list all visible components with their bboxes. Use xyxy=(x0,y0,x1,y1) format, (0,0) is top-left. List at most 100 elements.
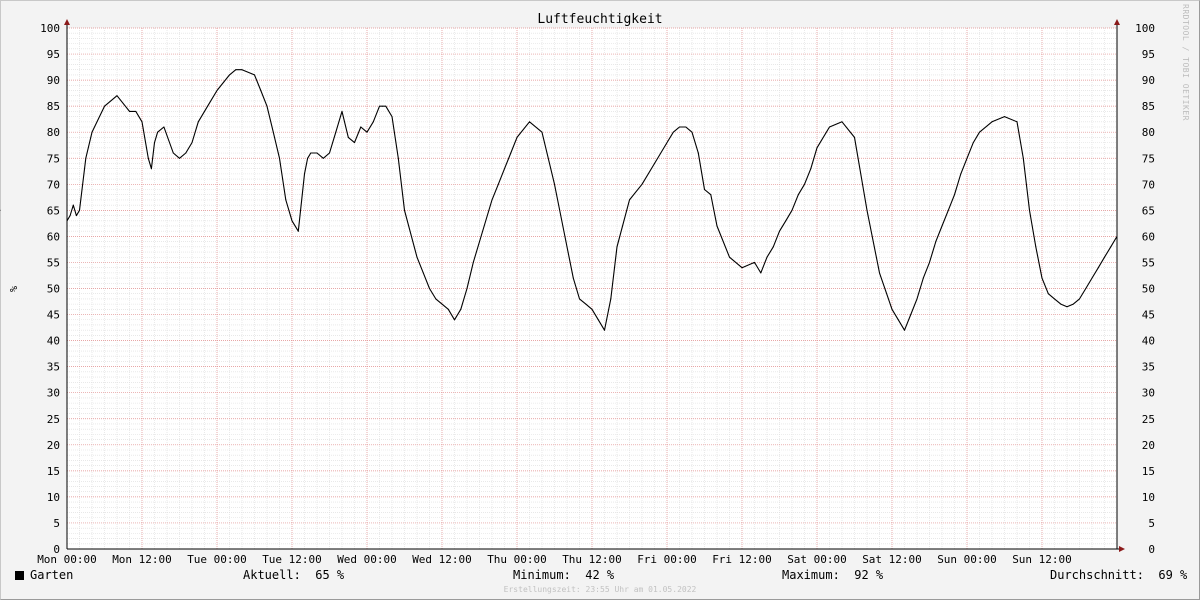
data-point xyxy=(1097,267,1099,269)
x-axis-arrow xyxy=(1119,546,1125,552)
data-point xyxy=(491,199,493,201)
x-tick-label: Mon 00:00 xyxy=(37,553,97,566)
data-point xyxy=(150,168,152,170)
data-point xyxy=(0,209,1,211)
data-point xyxy=(760,272,762,274)
data-point xyxy=(279,157,280,159)
y-tick-label: 40 xyxy=(1142,335,1155,348)
data-point xyxy=(435,298,437,300)
data-point xyxy=(579,298,580,300)
y-tick-label: 5 xyxy=(53,517,60,530)
data-point xyxy=(141,121,143,123)
data-point xyxy=(816,147,818,149)
data-point xyxy=(354,142,355,144)
data-point xyxy=(382,105,384,107)
data-point xyxy=(254,74,255,76)
data-point xyxy=(1110,246,1112,248)
maximum-value: 92 % xyxy=(854,568,884,582)
data-point xyxy=(172,152,174,154)
y-tick-label: 85 xyxy=(47,100,60,113)
data-point xyxy=(316,152,318,154)
data-point xyxy=(704,189,705,190)
y-tick-label: 15 xyxy=(1142,465,1155,478)
legend-maximum: Maximum: 92 % xyxy=(782,568,883,582)
y-tick-label: 45 xyxy=(47,309,60,322)
y-tick-label: 40 xyxy=(47,335,60,348)
data-point xyxy=(654,163,655,164)
data-point xyxy=(1041,277,1043,279)
data-point xyxy=(75,215,77,217)
data-point xyxy=(960,173,962,175)
data-point xyxy=(1060,303,1062,305)
data-point xyxy=(966,157,968,159)
data-point xyxy=(266,105,268,107)
y-tick-label: 90 xyxy=(47,74,60,87)
y-tick-label: 80 xyxy=(1142,126,1155,139)
y-tick-label: 20 xyxy=(1142,439,1155,452)
data-point xyxy=(1116,235,1118,237)
data-point xyxy=(716,225,718,227)
data-point xyxy=(904,329,905,331)
data-point xyxy=(1016,121,1018,123)
data-point xyxy=(385,105,387,107)
data-point xyxy=(347,136,349,138)
data-point xyxy=(335,131,337,133)
data-point xyxy=(829,126,830,128)
x-tick-label: Tue 00:00 xyxy=(187,553,247,566)
data-point xyxy=(797,194,799,196)
y-tick-label: 95 xyxy=(1142,48,1155,61)
y-tick-label: 75 xyxy=(47,152,60,165)
data-point xyxy=(307,157,309,159)
data-point xyxy=(616,246,618,248)
data-point xyxy=(897,319,899,321)
data-point xyxy=(979,131,980,133)
y-tick-label: 45 xyxy=(1142,309,1155,322)
humidity-chart: 0 5 10 15 20 25 30 35 40 45 50 55 60 65 70 75 80 85 90 95 10… xyxy=(0,12,1155,566)
y-tick-label: 20 xyxy=(47,439,60,452)
data-point xyxy=(185,152,187,154)
current-value: 65 % xyxy=(315,568,345,582)
data-point xyxy=(129,110,130,112)
data-point xyxy=(147,157,149,159)
data-point xyxy=(697,152,699,154)
data-point xyxy=(922,277,924,279)
x-tick-labels: Mon 00:00 Mon 12:00 Tue 00:00 Tue 12:00 Wed … xyxy=(37,553,1072,566)
y-tick-label: 65 xyxy=(47,204,60,217)
y-tick-label: 100 xyxy=(40,22,60,35)
data-point xyxy=(104,105,105,107)
legend-minimum: Minimum: 42 % xyxy=(513,568,614,582)
data-point xyxy=(941,225,943,227)
data-point xyxy=(116,95,118,97)
y-tick-label: 5 xyxy=(1148,517,1155,530)
data-point xyxy=(1035,246,1037,248)
y-tick-label: 60 xyxy=(1142,230,1155,243)
data-point xyxy=(597,319,599,321)
data-point xyxy=(416,256,418,258)
y-tick-label: 25 xyxy=(1142,413,1155,426)
data-point xyxy=(1104,256,1105,258)
data-point xyxy=(207,105,209,107)
data-point xyxy=(804,183,805,185)
data-point xyxy=(291,220,293,222)
x-tick-label: Wed 12:00 xyxy=(412,553,472,566)
data-point xyxy=(1004,116,1005,118)
y-tick-label: 100 xyxy=(1135,22,1155,35)
data-point xyxy=(235,69,237,71)
data-point xyxy=(135,110,137,112)
data-point xyxy=(91,131,93,133)
y-tick-label: 55 xyxy=(47,256,60,269)
x-tick-label: Sat 12:00 xyxy=(862,553,922,566)
data-point xyxy=(710,194,712,196)
data-point xyxy=(72,204,74,206)
data-point xyxy=(454,319,455,321)
y-tick-label: 35 xyxy=(47,361,60,374)
data-point xyxy=(1029,209,1030,211)
data-point xyxy=(585,303,587,305)
data-point xyxy=(85,157,87,159)
data-point xyxy=(935,241,937,243)
data-point xyxy=(1066,306,1068,308)
x-tick-label: Sun 12:00 xyxy=(1012,553,1072,566)
data-point xyxy=(672,131,674,133)
data-point xyxy=(285,199,287,201)
data-point xyxy=(241,69,243,71)
